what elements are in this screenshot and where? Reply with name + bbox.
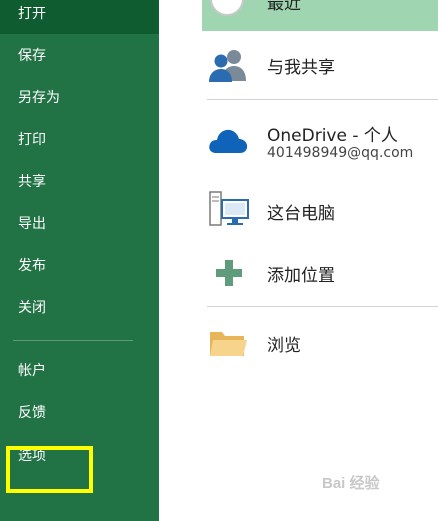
options-highlight-box (6, 446, 93, 493)
location-shared-with-me-label: 与我共享 (267, 58, 335, 78)
divider (207, 99, 438, 100)
nav-item-export[interactable]: 导出 (0, 205, 159, 243)
nav-item-account[interactable]: 帐户 (0, 352, 159, 390)
nav-item-save[interactable]: 保存 (0, 37, 159, 75)
clock-icon (210, 0, 244, 16)
location-onedrive-account: 401498949@qq.com (267, 145, 414, 161)
location-recent-label: 最近 (267, 0, 301, 14)
location-shared-with-me[interactable]: 与我共享 (202, 44, 438, 90)
location-this-pc-label: 这台电脑 (267, 204, 335, 224)
location-onedrive[interactable]: OneDrive - 个人 401498949@qq.com (202, 112, 438, 170)
divider (207, 306, 438, 307)
location-browse-label: 浏览 (267, 336, 301, 356)
nav-item-feedback[interactable]: 反馈 (0, 394, 159, 432)
location-recent[interactable]: 最近 (202, 0, 438, 31)
computer-icon (209, 191, 249, 226)
nav-separator (13, 340, 133, 341)
nav-item-save-as[interactable]: 另存为 (0, 79, 159, 117)
cloud-icon (209, 129, 248, 153)
location-add-place-label: 添加位置 (267, 266, 335, 286)
nav-item-close[interactable]: 关闭 (0, 289, 159, 327)
location-add-place[interactable]: 添加位置 (202, 252, 438, 292)
plus-icon (216, 260, 242, 286)
location-this-pc[interactable]: 这台电脑 (202, 188, 438, 232)
location-browse[interactable]: 浏览 (202, 322, 438, 366)
backstage-sidebar: 打开 保存 另存为 打印 共享 导出 发布 关闭 帐户 反馈 选项 (0, 0, 159, 521)
nav-item-open[interactable]: 打开 (0, 0, 159, 34)
location-onedrive-label: OneDrive - 个人 (267, 126, 398, 146)
nav-item-publish[interactable]: 发布 (0, 247, 159, 285)
nav-item-print[interactable]: 打印 (0, 121, 159, 159)
nav-item-share[interactable]: 共享 (0, 163, 159, 201)
location-list: 最近 与我共享 OneDrive - 个人 401498949@qq.com 这… (159, 0, 438, 521)
watermark: Bai 经验 (322, 475, 380, 492)
people-icon (209, 50, 246, 82)
folder-icon (210, 332, 247, 356)
